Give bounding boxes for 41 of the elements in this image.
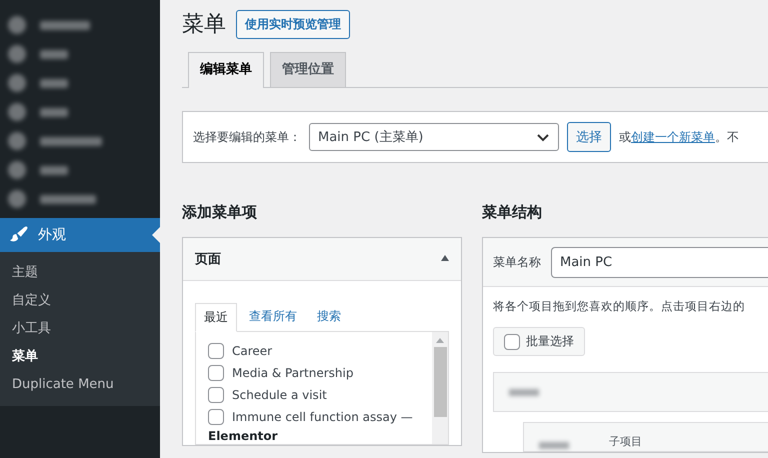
item-type-label: 子项目 [609,434,642,449]
tab[interactable]: 编辑菜单 [188,52,264,88]
select-label: 选择要编辑的菜单： [193,128,301,146]
live-preview-button[interactable]: 使用实时预览管理 [236,10,350,38]
menu-name-label: 菜单名称 [493,254,541,270]
tab[interactable]: 查看所有 [241,303,305,331]
blurred-label [539,442,569,449]
instructions-text: 将各个项目拖到您喜欢的顺序。点击项目右边的 [493,299,746,315]
checkbox[interactable] [208,387,224,403]
page-label: Immune cell function assay — [232,410,413,424]
page-title: 菜单 [182,11,226,39]
checkbox[interactable] [208,409,224,425]
create-menu-link[interactable]: 创建一个新菜单 [631,130,715,144]
submenu-item[interactable]: Duplicate Menu [0,371,160,399]
sidebar-menu-item[interactable]: 外观 [0,218,160,252]
tab[interactable]: 最近 [195,303,237,332]
section-heading: 添加菜单项 [182,202,258,223]
bulk-select-button[interactable]: 批量选择 [493,327,585,356]
section-heading: 菜单结构 [482,202,543,223]
menu-dropdown[interactable]: Main PC (主菜单) [309,123,559,151]
blurred-label [509,388,539,396]
checkbox[interactable] [208,365,224,381]
paintbrush-icon [10,226,28,244]
submenu-item[interactable]: 小工具 [0,315,160,343]
tab[interactable]: 管理位置 [270,52,346,87]
checkbox[interactable] [504,334,520,350]
create-menu-text: 或创建一个新菜单。不 [619,128,739,146]
checkbox[interactable] [208,343,224,359]
menu-name-field[interactable]: Main PC [551,246,768,278]
submenu-item[interactable]: 主题 [0,259,160,287]
page-label: Schedule a visit [232,388,327,402]
page-label: Media & Partnership [232,366,354,380]
panel-header[interactable]: 页面 [183,238,461,281]
submenu-item[interactable]: 自定义 [0,287,160,315]
page-label: Career [232,344,272,358]
tab[interactable]: 搜索 [309,303,349,331]
scrollbar[interactable] [432,332,448,444]
select-button[interactable]: 选择 [567,122,611,152]
group-label: Elementor [208,429,279,443]
menu-item-bar[interactable]: 子项目 [523,422,768,452]
submenu-item[interactable]: 菜单 [0,343,160,371]
